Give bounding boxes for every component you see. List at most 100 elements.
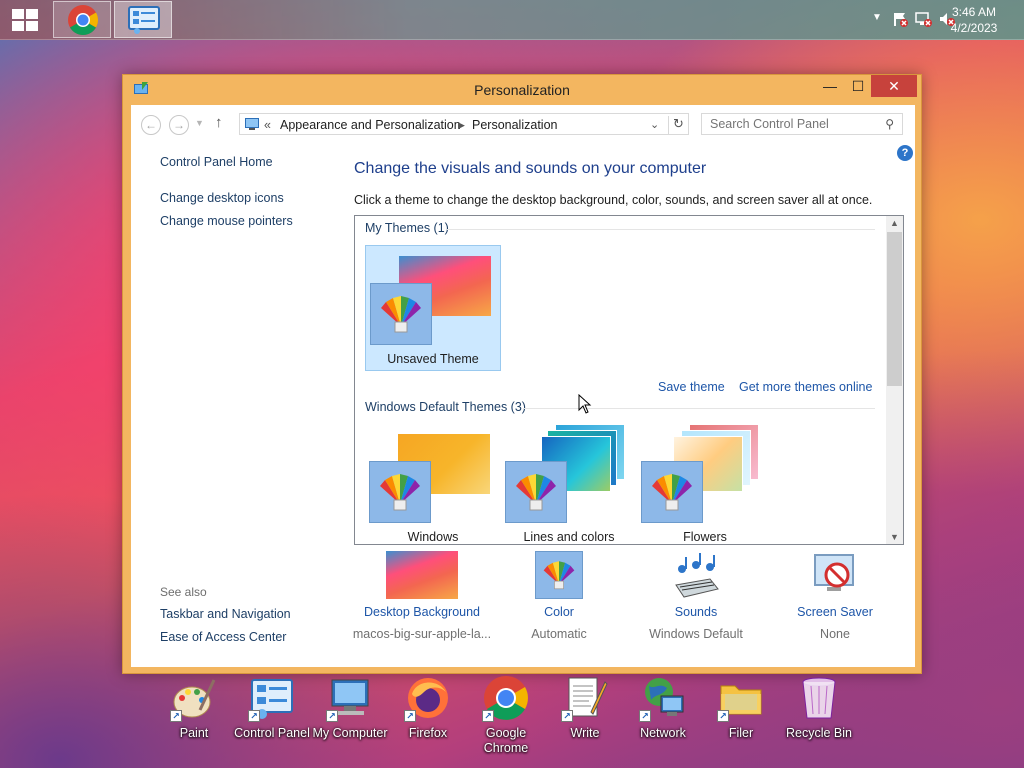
group-divider — [523, 408, 875, 409]
back-button[interactable]: ← — [141, 115, 161, 135]
scroll-down-icon[interactable]: ▼ — [886, 532, 903, 542]
setting-label: Desktop Background — [363, 605, 481, 619]
desktop-icon-google-chrome[interactable]: ↗ Google Chrome — [467, 674, 545, 756]
breadcrumb-appearance[interactable]: Appearance and Personalization — [280, 118, 461, 132]
sounds-icon — [670, 551, 722, 599]
setting-value: Automatic — [531, 627, 587, 641]
chrome-icon — [68, 5, 99, 36]
page-description: Click a theme to change the desktop back… — [354, 193, 873, 207]
theme-windows[interactable]: Windows — [365, 424, 501, 544]
shortcut-arrow-icon: ↗ — [717, 710, 729, 722]
theme-unsaved[interactable]: Unsaved Theme — [365, 245, 501, 371]
setting-label: Color — [544, 605, 574, 619]
breadcrumb-overflow[interactable]: « — [264, 118, 271, 132]
desktop-icon-paint[interactable]: ↗ Paint — [155, 674, 233, 741]
taskbar-navigation-link[interactable]: Taskbar and Navigation — [160, 607, 291, 621]
maximize-button[interactable]: ☐ — [843, 75, 873, 97]
color-setting[interactable]: Color Automatic — [484, 551, 634, 641]
recent-pages-chevron-icon[interactable]: ▼ — [195, 118, 204, 128]
theme-name: Windows — [407, 530, 459, 544]
desktop-background-setting[interactable]: Desktop Background macos-big-sur-apple-l… — [347, 551, 497, 641]
desktop-icon-network[interactable]: ↗ Network — [624, 674, 702, 741]
themes-scrollbar[interactable]: ▲ ▼ — [886, 216, 903, 544]
help-icon[interactable]: ? — [897, 145, 913, 161]
setting-value: Windows Default — [649, 627, 743, 641]
shortcut-arrow-icon: ↗ — [170, 710, 182, 722]
paint-icon: ↗ — [170, 674, 218, 722]
desktop-icon-label: Recycle Bin — [786, 726, 852, 740]
breadcrumb-separator-icon[interactable]: ▶ — [458, 120, 465, 131]
taskbar-control-panel-button[interactable] — [114, 1, 172, 38]
desktop-icon-label: Control Panel — [234, 726, 310, 740]
ease-of-access-link[interactable]: Ease of Access Center — [160, 630, 286, 644]
clock-time: 3:46 AM — [951, 5, 997, 19]
control-panel-icon — [245, 118, 259, 130]
theme-name: Lines and colors — [523, 530, 615, 544]
recycle-bin-icon — [795, 674, 843, 722]
desktop-icon-label: Paint — [179, 726, 209, 740]
scroll-thumb[interactable] — [887, 232, 902, 386]
folder-icon: ↗ — [717, 674, 765, 722]
computer-icon: ↗ — [326, 674, 374, 722]
desktop-icon-control-panel[interactable]: ↗ Control Panel — [233, 674, 311, 741]
screen-saver-setting[interactable]: Screen Saver None — [760, 551, 910, 641]
chevron-up-icon[interactable]: ▼ — [872, 12, 882, 23]
search-icon[interactable]: ⚲ — [885, 117, 894, 131]
shortcut-arrow-icon: ↗ — [561, 710, 573, 722]
theme-flowers[interactable]: Flowers — [637, 424, 773, 544]
desktop-icon-filer[interactable]: ↗ Filer — [702, 674, 780, 741]
desktop-icon-write[interactable]: ↗ Write — [546, 674, 624, 741]
shortcut-arrow-icon: ↗ — [482, 710, 494, 722]
desktop-icon-label: Filer — [728, 726, 754, 740]
address-dropdown-icon[interactable]: ⌄ — [650, 118, 659, 131]
scroll-up-icon[interactable]: ▲ — [886, 218, 903, 228]
taskbar-chrome-button[interactable] — [53, 1, 111, 38]
theme-name: Unsaved Theme — [387, 352, 479, 366]
minimize-button[interactable]: — — [815, 75, 845, 97]
color-palette-icon — [370, 283, 432, 345]
network-error-icon[interactable] — [914, 11, 932, 27]
my-themes-header[interactable]: My Themes (1) — [365, 221, 449, 235]
see-also-label: See also — [160, 585, 207, 599]
save-theme-link[interactable]: Save theme — [658, 380, 725, 394]
setting-value: None — [820, 627, 850, 641]
flag-error-icon[interactable] — [892, 11, 908, 27]
shortcut-arrow-icon: ↗ — [326, 710, 338, 722]
sounds-setting[interactable]: Sounds Windows Default — [621, 551, 771, 641]
window-client: ← → ▼ ↑ « Appearance and Personalization… — [131, 105, 915, 667]
title-bar[interactable]: Personalization — ☐ ✕ — [123, 75, 921, 105]
breadcrumb-personalization[interactable]: Personalization — [472, 118, 557, 132]
change-mouse-pointers-link[interactable]: Change mouse pointers — [160, 214, 293, 228]
window-title: Personalization — [474, 82, 570, 98]
network-icon: ↗ — [639, 674, 687, 722]
control-panel-home-link[interactable]: Control Panel Home — [160, 155, 273, 169]
desktop-icon-label: Firefox — [408, 726, 448, 740]
desktop-icon-my-computer[interactable]: ↗ My Computer — [311, 674, 389, 741]
left-navigation: Control Panel Home Change desktop icons … — [131, 141, 341, 667]
taskbar: ▼ 3:46 AM 4/2/2023 — [0, 0, 1024, 40]
search-box[interactable]: ⚲ — [701, 113, 903, 135]
clock-date: 4/2/2023 — [950, 21, 998, 35]
refresh-icon[interactable]: ↻ — [668, 116, 688, 134]
shortcut-arrow-icon: ↗ — [404, 710, 416, 722]
themes-list[interactable]: My Themes (1) Unsaved Theme Save theme G… — [354, 215, 904, 545]
desktop-icon-recycle-bin[interactable]: Recycle Bin — [780, 674, 858, 741]
address-row: ← → ▼ ↑ « Appearance and Personalization… — [131, 105, 915, 141]
desktop-icon-firefox[interactable]: ↗ Firefox — [389, 674, 467, 741]
theme-name: Flowers — [683, 530, 727, 544]
forward-button[interactable]: → — [169, 115, 189, 135]
change-desktop-icons-link[interactable]: Change desktop icons — [160, 191, 284, 205]
address-bar[interactable]: « Appearance and Personalization ▶ Perso… — [239, 113, 689, 135]
up-arrow-icon[interactable]: ↑ — [215, 114, 223, 131]
start-button[interactable] — [0, 0, 48, 40]
chrome-icon: ↗ — [482, 674, 530, 722]
control-panel-icon — [128, 6, 160, 34]
desktop-icon-label: Write — [570, 726, 600, 740]
search-input[interactable] — [702, 114, 872, 134]
theme-lines-and-colors[interactable]: Lines and colors — [501, 424, 637, 544]
get-more-themes-link[interactable]: Get more themes online — [739, 380, 872, 394]
default-themes-header[interactable]: Windows Default Themes (3) — [365, 400, 526, 414]
shortcut-arrow-icon: ↗ — [248, 710, 260, 722]
clock[interactable]: 3:46 AM 4/2/2023 — [944, 4, 1004, 36]
close-button[interactable]: ✕ — [871, 75, 917, 97]
